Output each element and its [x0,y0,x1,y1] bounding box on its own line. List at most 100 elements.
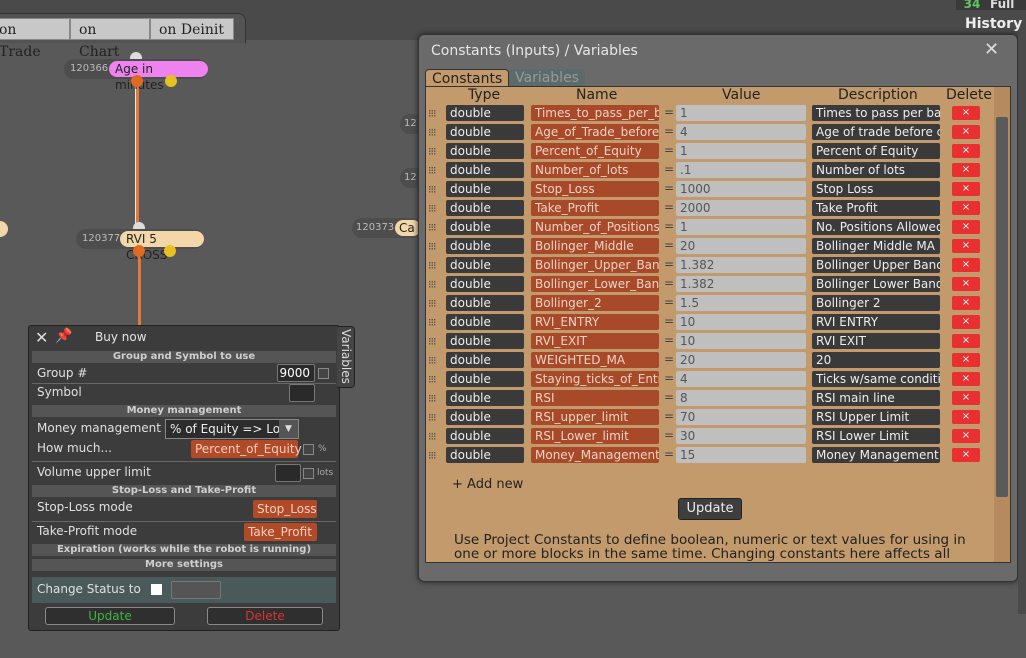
full-button[interactable]: Full [988,0,1026,10]
description-cell[interactable]: Percent of Equity [812,143,940,159]
delete-row-button[interactable]: × [952,296,980,310]
type-cell[interactable]: double [446,200,524,216]
update-constants-button[interactable]: Update [678,498,742,520]
delete-row-button[interactable]: × [952,106,980,120]
type-cell[interactable]: double [446,124,524,140]
tab-constants[interactable]: Constants [425,69,510,87]
section-header[interactable]: Group and Symbol to use [32,351,336,363]
name-cell[interactable]: Bollinger_Middle [531,238,659,254]
symbol-input[interactable] [289,384,315,402]
name-cell[interactable]: RSI_upper_limit [531,409,659,425]
type-cell[interactable]: double [446,352,524,368]
type-cell[interactable]: double [446,409,524,425]
add-new-button[interactable]: + Add new [452,477,523,492]
node-output-dot[interactable] [165,75,177,87]
delete-row-button[interactable]: × [952,334,980,348]
delete-row-button[interactable]: × [952,277,980,291]
value-cell[interactable]: 1 [676,105,806,121]
value-cell[interactable]: 30 [676,428,806,444]
type-cell[interactable]: double [446,371,524,387]
description-cell[interactable]: 20 [812,352,940,368]
type-cell[interactable]: double [446,447,524,463]
name-cell[interactable]: RSI [531,390,659,406]
description-cell[interactable]: RSI Upper Limit [812,409,940,425]
value-cell[interactable]: 1.382 [676,276,806,292]
delete-row-button[interactable]: × [952,144,980,158]
name-cell[interactable]: Take_Profit [531,200,659,216]
drag-handle-icon[interactable]: ⁝⁝⁝ [428,107,436,120]
change-status-input[interactable] [171,581,221,599]
description-cell[interactable]: RVI ENTRY [812,314,940,330]
description-cell[interactable]: No. Positions Allowed [812,219,940,235]
delete-row-button[interactable]: × [952,410,980,424]
description-cell[interactable]: Ticks w/same condition [812,371,940,387]
name-cell[interactable]: RSI_Lower_limit [531,428,659,444]
history-link[interactable]: History [965,16,1022,32]
value-cell[interactable]: 10 [676,333,806,349]
delete-row-button[interactable]: × [952,391,980,405]
group-input[interactable]: 9000 [277,364,315,382]
name-cell[interactable]: Number_of_Positions [531,219,659,235]
tab-on-chart[interactable]: on Chart [70,18,150,60]
drag-handle-icon[interactable]: ⁝⁝⁝ [428,278,436,291]
type-cell[interactable]: double [446,295,524,311]
value-cell[interactable]: 1000 [676,181,806,197]
delete-row-button[interactable]: × [952,448,980,462]
type-cell[interactable]: double [446,257,524,273]
section-header[interactable]: More settings [32,559,336,571]
value-cell[interactable]: 1 [676,219,806,235]
description-cell[interactable]: Bollinger Upper Band [812,257,940,273]
type-cell[interactable]: double [446,428,524,444]
value-cell[interactable]: 8 [676,390,806,406]
delete-row-button[interactable]: × [952,182,980,196]
value-cell[interactable]: 10 [676,314,806,330]
description-cell[interactable]: Take Profit [812,200,940,216]
value-cell[interactable]: 15 [676,447,806,463]
how-much-input[interactable]: Percent_of_Equity [191,440,302,458]
name-cell[interactable]: Age_of_Trade_before_close [531,124,659,140]
drag-handle-icon[interactable]: ⁝⁝⁝ [428,449,436,462]
tab-variables[interactable]: Variables [509,69,585,87]
name-cell[interactable]: Bollinger_Lower_Band [531,276,659,292]
pin-icon[interactable]: 📌 [55,328,72,344]
drag-handle-icon[interactable]: ⁝⁝⁝ [428,164,436,177]
scrollbar[interactable] [994,87,1010,562]
delete-row-button[interactable]: × [952,163,980,177]
node-output-dot[interactable] [131,75,143,87]
close-icon[interactable]: ✕ [984,39,999,60]
drag-handle-icon[interactable]: ⁝⁝⁝ [428,183,436,196]
tab-on-deinit[interactable]: on Deinit [150,18,234,40]
type-cell[interactable]: double [446,314,524,330]
type-cell[interactable]: double [446,143,524,159]
value-cell[interactable]: 1.382 [676,257,806,273]
name-cell[interactable]: Money_Management [531,447,659,463]
description-cell[interactable]: Times to pass per bar [812,105,940,121]
value-cell[interactable]: 20 [676,238,806,254]
delete-row-button[interactable]: × [952,353,980,367]
type-cell[interactable]: double [446,333,524,349]
delete-button[interactable]: Delete [207,607,323,625]
name-cell[interactable]: Percent_of_Equity [531,143,659,159]
description-cell[interactable]: Money Management [812,447,940,463]
value-cell[interactable]: 1 [676,143,806,159]
name-cell[interactable]: Staying_ticks_of_Entry [531,371,659,387]
section-header[interactable]: Stop-Loss and Take-Profit [32,485,336,497]
description-cell[interactable]: RVI EXIT [812,333,940,349]
type-cell[interactable]: double [446,105,524,121]
delete-row-button[interactable]: × [952,201,980,215]
description-cell[interactable]: Number of lots [812,162,940,178]
drag-handle-icon[interactable]: ⁝⁝⁝ [428,145,436,158]
drag-handle-icon[interactable]: ⁝⁝⁝ [428,373,436,386]
type-cell[interactable]: double [446,390,524,406]
value-cell[interactable]: 70 [676,409,806,425]
delete-row-button[interactable]: × [952,239,980,253]
name-cell[interactable]: Stop_Loss [531,181,659,197]
volume-limit-input[interactable] [275,464,301,482]
description-cell[interactable]: Bollinger Lower Band [812,276,940,292]
type-cell[interactable]: double [446,219,524,235]
stop-loss-input[interactable]: Stop_Loss [253,500,317,518]
lots-checkbox[interactable] [303,468,314,479]
node-output-dot[interactable] [133,245,145,257]
group-checkbox[interactable] [318,368,329,379]
description-cell[interactable]: Stop Loss [812,181,940,197]
